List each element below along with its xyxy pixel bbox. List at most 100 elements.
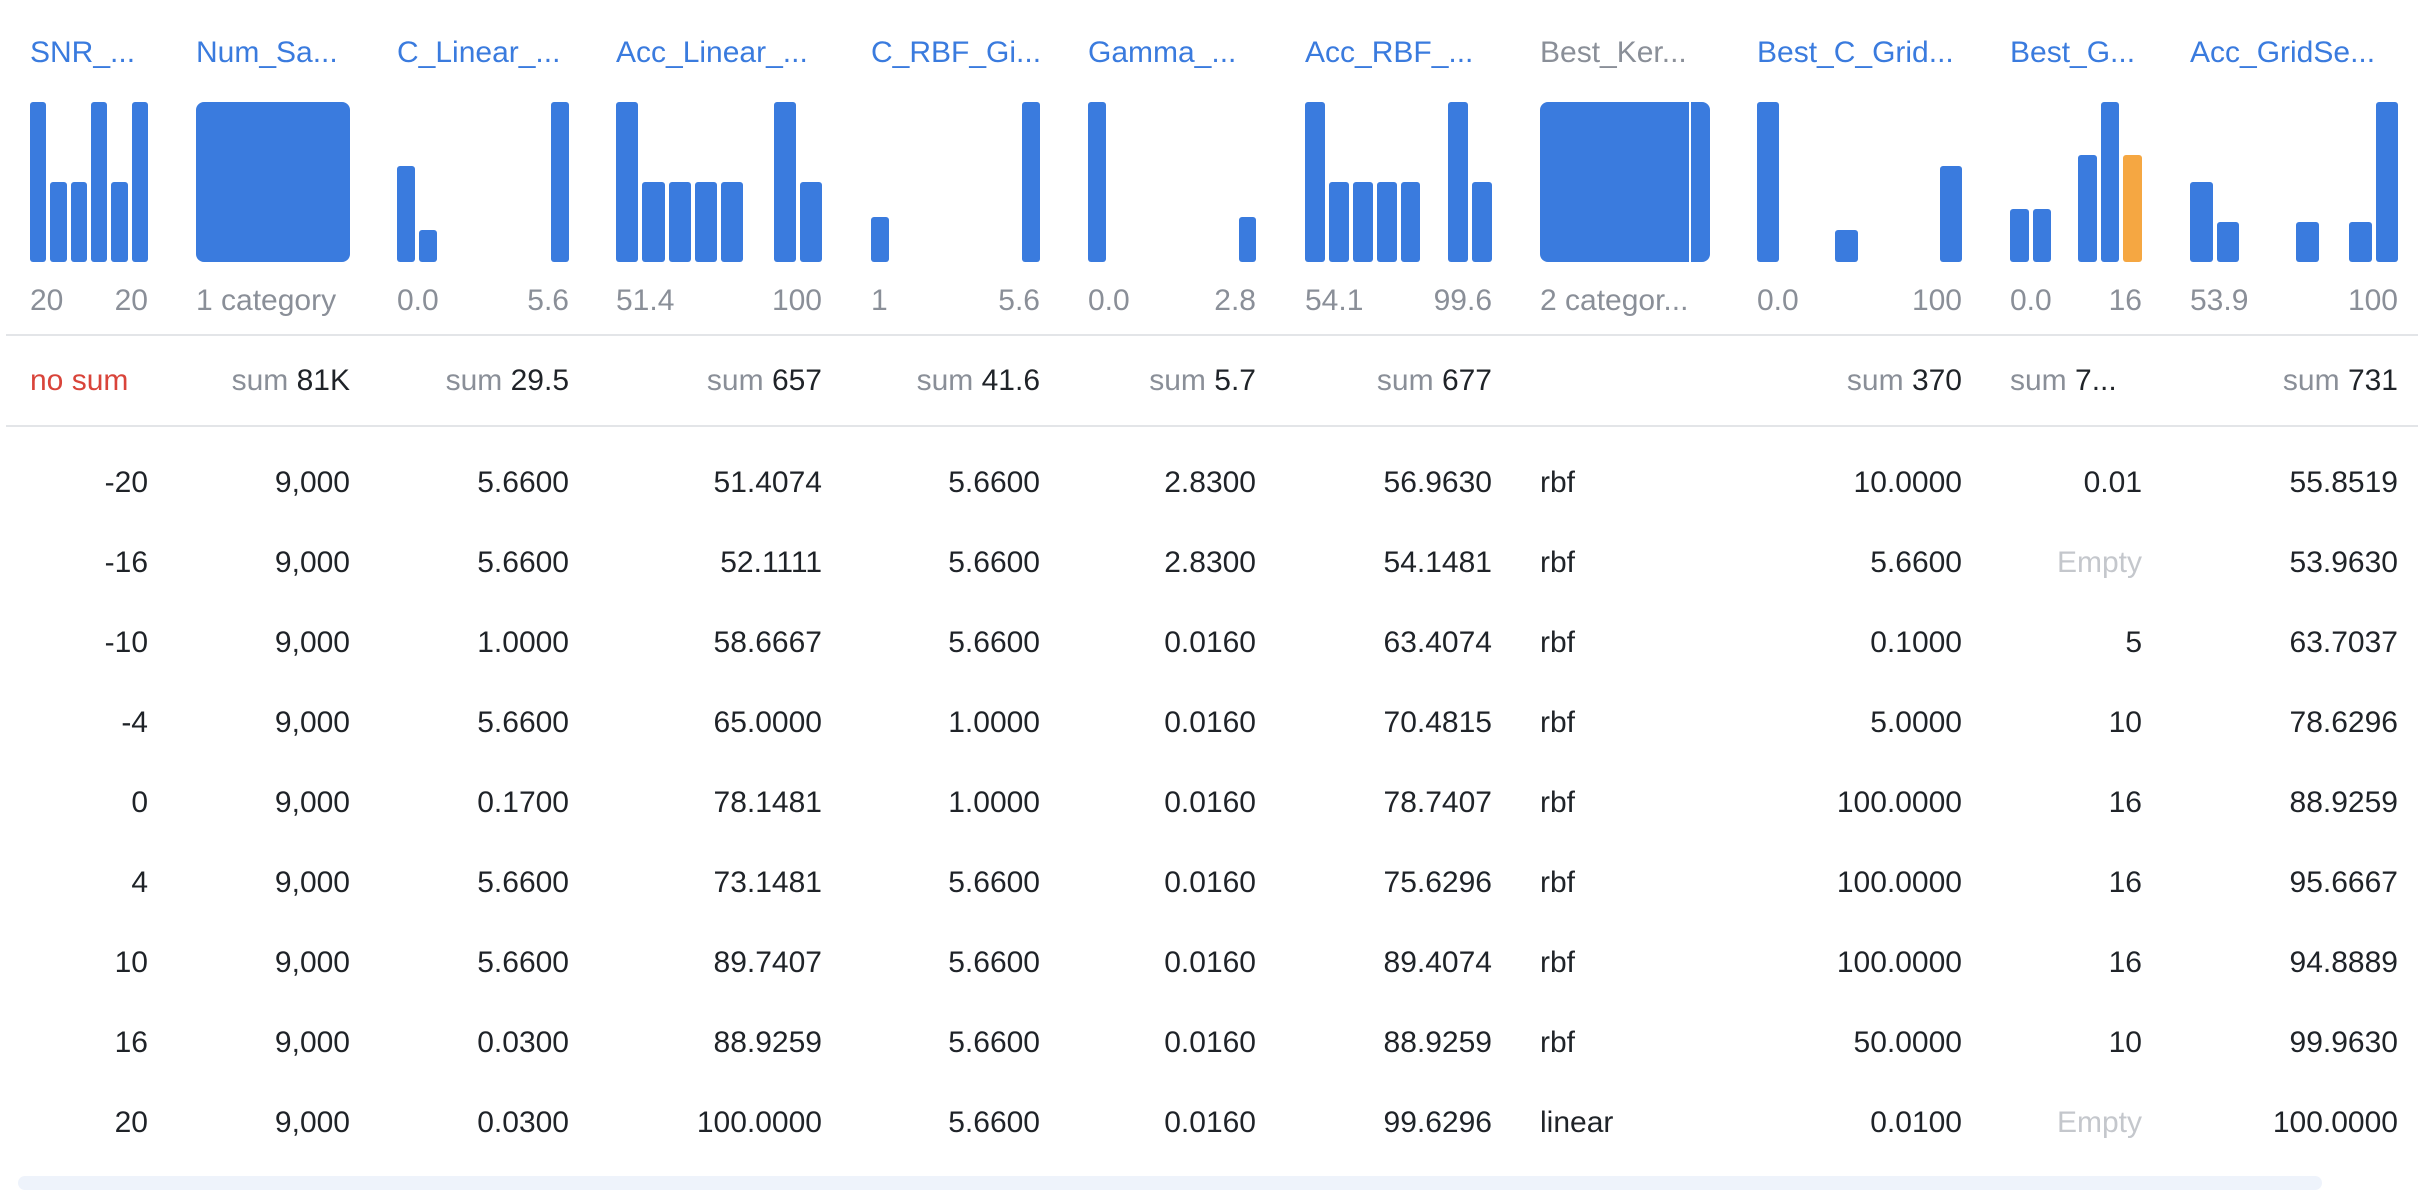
cell-acc_rbf[interactable]: 75.6296 (1305, 864, 1492, 902)
cell-snr[interactable]: 0 (30, 784, 148, 822)
category-bar[interactable] (196, 102, 350, 262)
cell-best_c[interactable]: 0.1000 (1757, 624, 1962, 662)
cell-gamma[interactable]: 0.0160 (1088, 944, 1256, 982)
summary-acc_rbf[interactable]: sum 677 (1305, 362, 1492, 400)
cell-best_gamma[interactable]: Empty (2010, 544, 2142, 582)
histogram-bar[interactable] (1376, 182, 1397, 262)
cell-num_samples[interactable]: 9,000 (196, 944, 350, 982)
cell-c_linear[interactable]: 5.6600 (397, 864, 569, 902)
cell-c_rbf[interactable]: 5.6600 (871, 624, 1040, 662)
category-bar[interactable] (1691, 102, 1710, 262)
histogram-bar[interactable] (2100, 102, 2120, 262)
cell-acc_rbf[interactable]: 89.4074 (1305, 944, 1492, 982)
cell-num_samples[interactable]: 9,000 (196, 1024, 350, 1062)
histogram-bar[interactable] (1448, 102, 1469, 262)
cell-acc_rbf[interactable]: 99.6296 (1305, 1104, 1492, 1142)
histogram-bar[interactable] (1305, 102, 1325, 262)
cell-acc_rbf[interactable]: 54.1481 (1305, 544, 1492, 582)
cell-best_kernel[interactable]: rbf (1540, 784, 1710, 822)
cell-num_samples[interactable]: 9,000 (196, 864, 350, 902)
histogram-bar[interactable] (1472, 182, 1492, 262)
column-header-best_gamma[interactable]: Best_G... (2010, 35, 2142, 71)
cell-best_kernel[interactable]: rbf (1540, 944, 1710, 982)
cell-best_gamma[interactable]: Empty (2010, 1104, 2142, 1142)
cell-num_samples[interactable]: 9,000 (196, 544, 350, 582)
cell-acc_linear[interactable]: 88.9259 (616, 1024, 822, 1062)
histogram-best_kernel[interactable] (1540, 102, 1710, 262)
column-header-best_kernel[interactable]: Best_Ker... (1540, 35, 1710, 71)
column-header-best_c[interactable]: Best_C_Grid... (1757, 35, 1962, 71)
histogram-bar[interactable] (30, 102, 47, 262)
cell-num_samples[interactable]: 9,000 (196, 624, 350, 662)
histogram-bar[interactable] (1328, 182, 1349, 262)
cell-gamma[interactable]: 0.0160 (1088, 864, 1256, 902)
cell-c_rbf[interactable]: 1.0000 (871, 704, 1040, 742)
histogram-bar[interactable] (70, 182, 87, 262)
histogram-bar[interactable] (2190, 182, 2213, 262)
histogram-bar[interactable] (551, 102, 569, 262)
cell-c_linear[interactable]: 0.1700 (397, 784, 569, 822)
cell-c_linear[interactable]: 1.0000 (397, 624, 569, 662)
cell-best_kernel[interactable]: rbf (1540, 1024, 1710, 1062)
column-header-acc_linear[interactable]: Acc_Linear_... (616, 35, 822, 71)
column-header-c_rbf[interactable]: C_RBF_Gi... (871, 35, 1040, 71)
cell-acc_linear[interactable]: 51.4074 (616, 464, 822, 502)
cell-acc_grid[interactable]: 94.8889 (2190, 944, 2398, 982)
histogram-bar[interactable] (397, 166, 415, 262)
histogram-bar[interactable] (668, 182, 691, 262)
cell-c_rbf[interactable]: 5.6600 (871, 864, 1040, 902)
cell-acc_grid[interactable]: 95.6667 (2190, 864, 2398, 902)
cell-gamma[interactable]: 2.8300 (1088, 544, 1256, 582)
histogram-bar[interactable] (1757, 102, 1780, 262)
cell-c_rbf[interactable]: 1.0000 (871, 784, 1040, 822)
cell-best_gamma[interactable]: 0.01 (2010, 464, 2142, 502)
histogram-c_linear[interactable] (397, 102, 569, 262)
cell-best_c[interactable]: 100.0000 (1757, 944, 1962, 982)
cell-c_linear[interactable]: 5.6600 (397, 464, 569, 502)
cell-snr[interactable]: -4 (30, 704, 148, 742)
cell-best_gamma[interactable]: 16 (2010, 864, 2142, 902)
cell-acc_rbf[interactable]: 56.9630 (1305, 464, 1492, 502)
histogram-bar[interactable] (721, 182, 744, 262)
cell-snr[interactable]: -10 (30, 624, 148, 662)
cell-best_c[interactable]: 5.6600 (1757, 544, 1962, 582)
summary-c_rbf[interactable]: sum 41.6 (871, 362, 1040, 400)
histogram-bar[interactable] (2296, 222, 2319, 262)
cell-gamma[interactable]: 0.0160 (1088, 704, 1256, 742)
cell-acc_linear[interactable]: 78.1481 (616, 784, 822, 822)
cell-best_c[interactable]: 5.0000 (1757, 704, 1962, 742)
cell-c_rbf[interactable]: 5.6600 (871, 1104, 1040, 1142)
histogram-bar[interactable] (111, 182, 128, 262)
cell-acc_rbf[interactable]: 70.4815 (1305, 704, 1492, 742)
cell-acc_grid[interactable]: 55.8519 (2190, 464, 2398, 502)
cell-best_c[interactable]: 50.0000 (1757, 1024, 1962, 1062)
cell-acc_linear[interactable]: 52.1111 (616, 544, 822, 582)
cell-snr[interactable]: 4 (30, 864, 148, 902)
histogram-bar[interactable] (1238, 217, 1256, 262)
histogram-bar[interactable] (616, 102, 639, 262)
column-header-c_linear[interactable]: C_Linear_... (397, 35, 569, 71)
summary-c_linear[interactable]: sum 29.5 (397, 362, 569, 400)
cell-best_gamma[interactable]: 10 (2010, 1024, 2142, 1062)
histogram-gamma[interactable] (1088, 102, 1256, 262)
cell-best_kernel[interactable]: rbf (1540, 544, 1710, 582)
histogram-bar[interactable] (773, 102, 796, 262)
column-header-num_samples[interactable]: Num_Sa... (196, 35, 350, 71)
category-bar[interactable] (1540, 102, 1689, 262)
cell-gamma[interactable]: 2.8300 (1088, 464, 1256, 502)
histogram-acc_grid[interactable] (2190, 102, 2398, 262)
histogram-best_c[interactable] (1757, 102, 1962, 262)
histogram-bar[interactable] (131, 102, 148, 262)
cell-best_gamma[interactable]: 5 (2010, 624, 2142, 662)
summary-snr[interactable]: no sum (30, 362, 148, 400)
cell-c_rbf[interactable]: 5.6600 (871, 1024, 1040, 1062)
column-header-acc_grid[interactable]: Acc_GridSe... (2190, 35, 2398, 71)
cell-acc_linear[interactable]: 58.6667 (616, 624, 822, 662)
histogram-bar[interactable] (2032, 209, 2052, 262)
histogram-bar[interactable] (2349, 222, 2372, 262)
histogram-num_samples[interactable] (196, 102, 350, 262)
histogram-bar[interactable] (91, 102, 108, 262)
histogram-bar[interactable] (419, 230, 437, 262)
histogram-best_gamma[interactable] (2010, 102, 2142, 262)
cell-c_rbf[interactable]: 5.6600 (871, 544, 1040, 582)
